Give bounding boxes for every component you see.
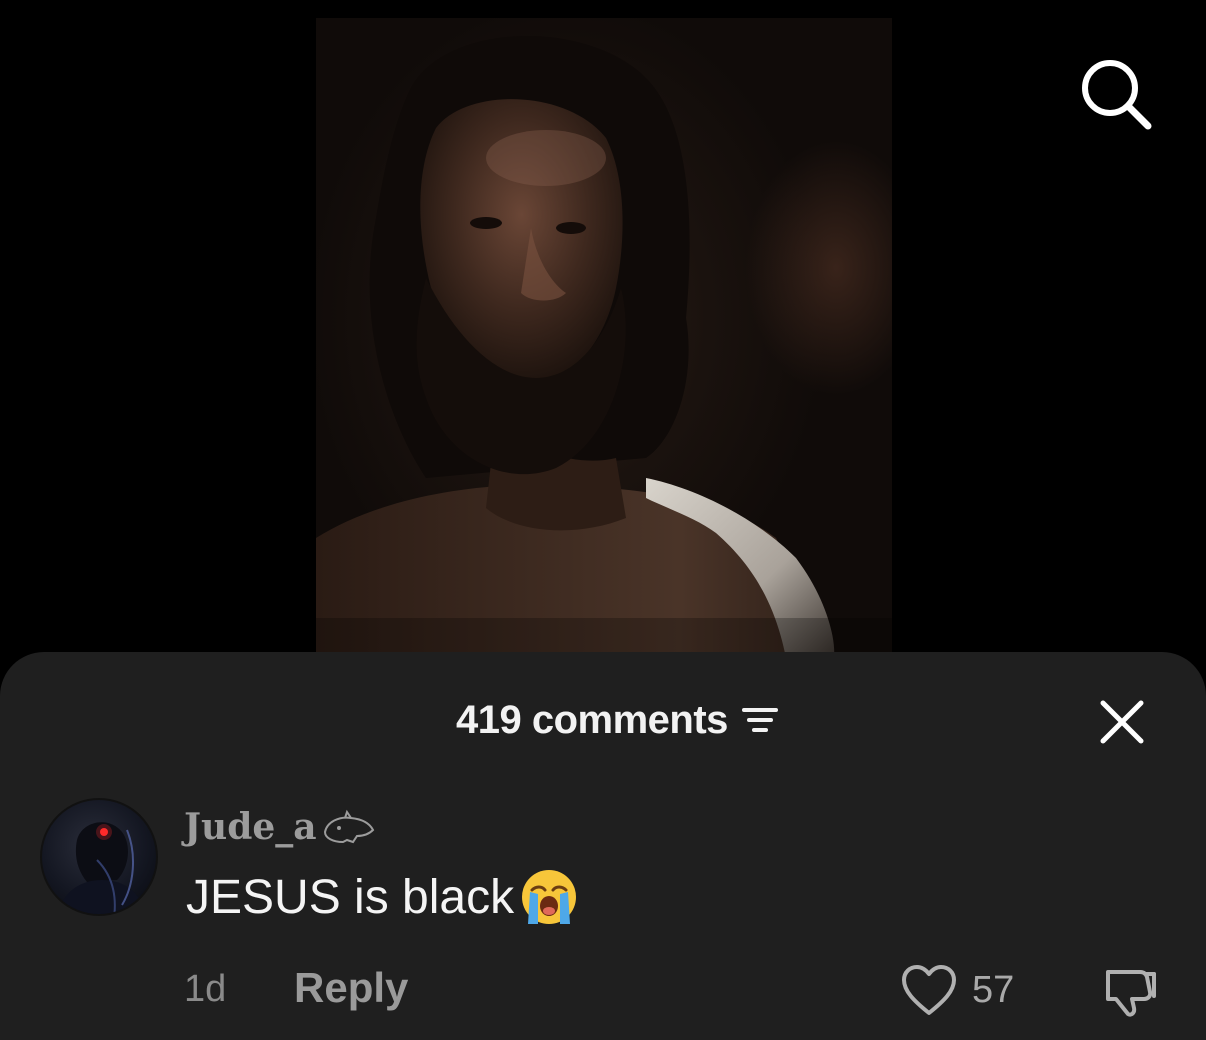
comment-username[interactable]: Jude_a [184, 806, 377, 848]
comments-sort-toggle[interactable]: 419 comments [456, 698, 780, 742]
like-count: 57 [972, 968, 1015, 1011]
dislike-button[interactable] [1096, 958, 1162, 1024]
close-comments-button[interactable] [1094, 694, 1150, 750]
heart-icon [902, 965, 956, 1015]
comments-header: 419 comments [0, 652, 1206, 792]
sort-filter-icon [741, 708, 778, 732]
comment-text: JESUS is black [186, 868, 578, 926]
comments-sheet: 419 comments [0, 652, 1206, 1040]
username-label: Jude_a [184, 806, 317, 848]
search-icon [1082, 60, 1152, 130]
video-frame-image [316, 35, 892, 658]
comment-body: JESUS is black [186, 870, 515, 924]
avatar-image [58, 822, 146, 914]
video-player[interactable] [316, 18, 892, 658]
like-button[interactable]: 57 [900, 960, 1014, 1020]
capybara-badge-icon [323, 809, 374, 844]
close-icon [1100, 700, 1144, 744]
screen: 419 comments Jude_a JESUS is black 1d Re… [0, 0, 1206, 1040]
thumbs-down-icon [1106, 970, 1156, 1017]
search-button[interactable] [1076, 54, 1156, 134]
comment-timestamp: 1d [184, 968, 227, 1010]
comments-count: 419 comments [456, 697, 728, 742]
avatar[interactable] [40, 798, 158, 916]
loudly-crying-face-emoji [522, 870, 577, 924]
reply-button[interactable]: Reply [294, 964, 408, 1012]
